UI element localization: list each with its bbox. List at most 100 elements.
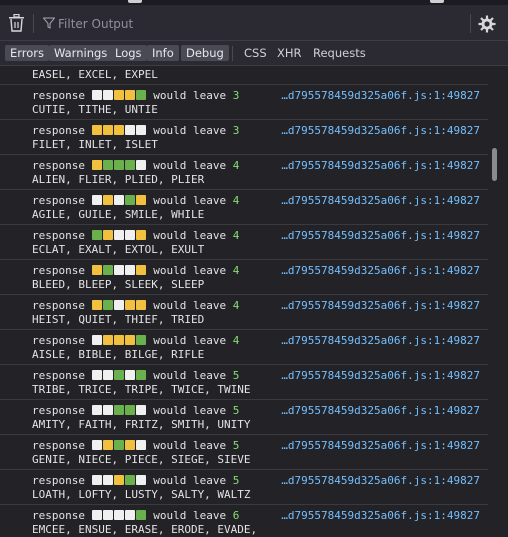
divider [470,14,471,33]
square-3 [124,160,135,170]
square-3 [124,475,135,485]
log-text: would leave [153,439,227,452]
scrollbar-track[interactable] [488,66,508,537]
log-text: would leave [153,369,227,382]
log-words: GENIE, NIECE, PIECE, SIEGE, SIEVE [32,453,251,466]
log-prefix: response [32,439,85,452]
log-text: would leave [153,89,227,102]
log-prefix: response [32,124,85,137]
square-1 [102,405,113,415]
count-value: 3 [232,89,240,102]
square-2 [113,300,124,310]
response-squares [91,194,147,207]
log-words: HEIST, QUIET, THIEF, TRIED [32,313,205,326]
log-prefix: response [32,194,85,207]
square-4 [135,300,146,310]
log-prefix: response [32,369,85,382]
square-0 [91,300,102,310]
square-1 [102,125,113,135]
response-squares [91,474,147,487]
square-1 [102,300,113,310]
tab-indicator [128,0,142,3]
response-squares [91,439,147,452]
square-0 [91,335,102,345]
log-words: LOATH, LOFTY, LUSTY, SALTY, WALTZ [32,488,251,501]
source-link[interactable]: …d795578459d325a06f.js:1:49827 [281,229,480,243]
log-text: would leave [153,299,227,312]
filter-logs-button[interactable]: Logs [110,45,147,61]
source-link[interactable]: …d795578459d325a06f.js:1:49827 [281,369,480,383]
log-words: AISLE, BIBLE, BILGE, RIFLE [32,348,205,361]
source-link[interactable]: …d795578459d325a06f.js:1:49827 [281,194,480,208]
log-row: response would leave 3 CUTIE, TITHE, UNT… [0,85,488,120]
source-link[interactable]: …d795578459d325a06f.js:1:49827 [281,474,480,488]
filter-warnings-button[interactable]: Warnings [49,45,113,61]
source-link[interactable]: …d795578459d325a06f.js:1:49827 [281,334,480,348]
square-1 [102,440,113,450]
divider [33,14,34,33]
source-link[interactable]: …d795578459d325a06f.js:1:49827 [281,124,480,138]
filter-xhr-button[interactable]: XHR [272,45,307,61]
square-1 [102,90,113,100]
log-words: EASEL, EXCEL, EXPEL [32,68,158,81]
square-0 [91,440,102,450]
log-row: response would leave 5 TRIBE, TRICE, TRI… [0,365,488,400]
square-4 [135,405,146,415]
square-1 [102,160,113,170]
log-row: response would leave 5 LOATH, LOFTY, LUS… [0,470,488,505]
square-4 [135,160,146,170]
square-3 [124,300,135,310]
trash-icon[interactable] [8,14,25,32]
response-squares [91,369,147,382]
log-words: ALIEN, FLIER, PLIED, PLIER [32,173,205,186]
source-link[interactable]: …d795578459d325a06f.js:1:49827 [281,509,480,523]
source-link[interactable]: …d795578459d325a06f.js:1:49827 [281,404,480,418]
square-1 [102,195,113,205]
filter-errors-button[interactable]: Errors [5,45,50,61]
square-2 [113,90,124,100]
square-3 [124,405,135,415]
square-3 [124,335,135,345]
square-1 [102,510,113,520]
source-link[interactable]: …d795578459d325a06f.js:1:49827 [281,439,480,453]
count-value: 5 [232,369,240,382]
response-squares [91,509,147,522]
log-prefix: response [32,89,85,102]
log-text: would leave [153,509,227,522]
count-value: 5 [232,439,240,452]
log-text: would leave [153,229,227,242]
response-squares [91,264,147,277]
log-row: response would leave 4 HEIST, QUIET, THI… [0,295,488,330]
source-link[interactable]: …d795578459d325a06f.js:1:49827 [281,89,480,103]
log-words: AMITY, FAITH, FRITZ, SMITH, UNITY [32,418,251,431]
scrollbar-thumb[interactable] [492,148,497,181]
count-value: 4 [232,334,240,347]
square-4 [135,195,146,205]
log-words: AGILE, GUILE, SMILE, WHILE [32,208,205,221]
square-2 [113,510,124,520]
square-2 [113,265,124,275]
filter-debug-button[interactable]: Debug [181,45,229,61]
square-1 [102,265,113,275]
count-value: 4 [232,194,240,207]
square-0 [91,405,102,415]
gear-icon[interactable] [478,15,496,33]
log-prefix: response [32,334,85,347]
filter-output-input[interactable] [58,15,458,32]
log-prefix: response [32,229,85,242]
log-text: would leave [153,404,227,417]
source-link[interactable]: …d795578459d325a06f.js:1:49827 [281,264,480,278]
square-2 [113,125,124,135]
filter-requests-button[interactable]: Requests [308,45,371,61]
filter-info-button[interactable]: Info [147,45,179,61]
filter-css-button[interactable]: CSS [239,45,272,61]
divider [232,46,233,61]
source-link[interactable]: …d795578459d325a06f.js:1:49827 [281,299,480,313]
count-value: 5 [232,404,240,417]
square-2 [113,475,124,485]
source-link[interactable]: …d795578459d325a06f.js:1:49827 [281,159,480,173]
log-text: would leave [153,124,227,137]
log-prefix: response [32,404,85,417]
square-3 [124,510,135,520]
log-words: BLEED, BLEEP, SLEEK, SLEEP [32,278,205,291]
